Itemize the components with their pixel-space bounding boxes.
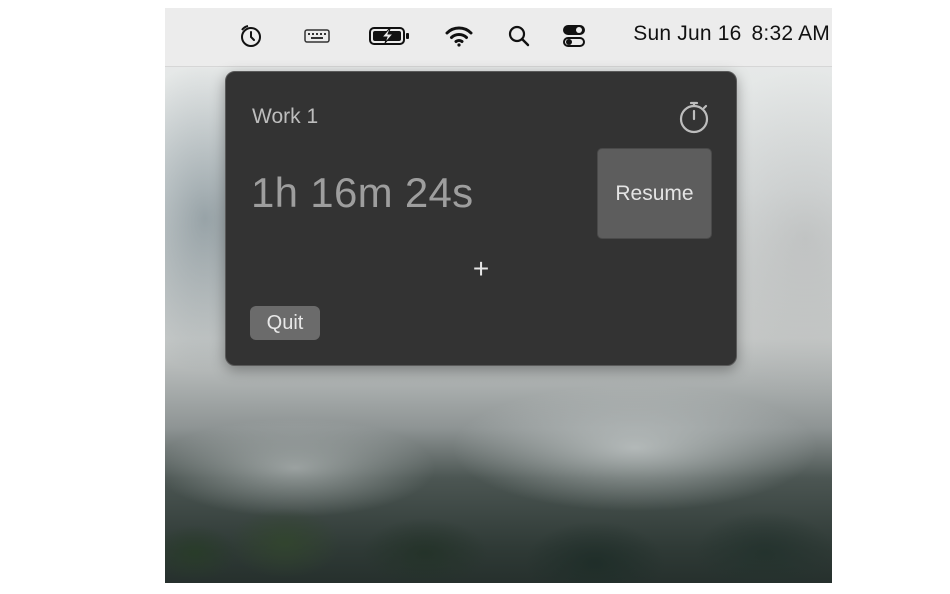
keyboard-icon[interactable] bbox=[303, 23, 331, 49]
stopwatch-icon[interactable] bbox=[676, 99, 712, 135]
menubar-time: 8:32 AM bbox=[751, 22, 830, 45]
quit-button[interactable]: Quit bbox=[250, 306, 320, 340]
battery-charging-icon[interactable] bbox=[367, 23, 413, 49]
control-center-icon[interactable] bbox=[561, 23, 587, 49]
timer-name-label: Work 1 bbox=[252, 105, 319, 128]
menu-bar: Sun Jun 16 8:32 AM bbox=[165, 8, 832, 67]
wifi-icon[interactable] bbox=[444, 23, 474, 49]
resume-button[interactable]: Resume bbox=[597, 148, 712, 239]
menubar-date: Sun Jun 16 bbox=[633, 22, 742, 45]
timer-popover: Work 1 1h 16m 24s Resume + Quit bbox=[225, 71, 737, 366]
menubar-clock[interactable]: Sun Jun 16 8:32 AM bbox=[633, 22, 830, 46]
search-icon[interactable] bbox=[506, 23, 532, 49]
add-timer-button[interactable]: + bbox=[466, 254, 496, 284]
wallpaper-forest bbox=[165, 403, 832, 583]
timer-app-icon[interactable] bbox=[237, 23, 265, 49]
elapsed-time: 1h 16m 24s bbox=[251, 169, 474, 216]
